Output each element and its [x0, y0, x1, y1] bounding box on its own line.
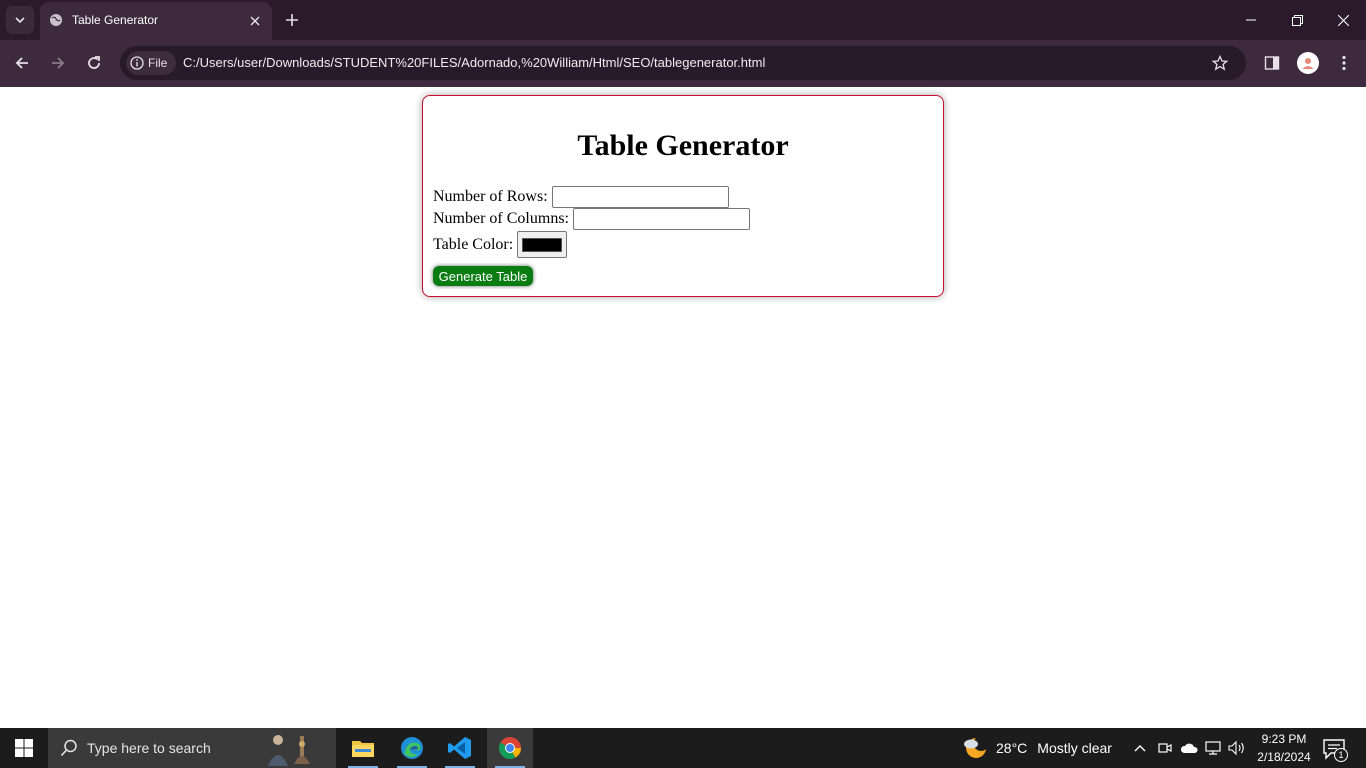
- rows-label: Number of Rows:: [433, 188, 548, 205]
- tray-volume[interactable]: [1227, 738, 1247, 758]
- tab-strip: Table Generator: [0, 0, 1366, 40]
- close-icon: [250, 16, 260, 26]
- back-button[interactable]: [10, 51, 34, 75]
- tab-search-button[interactable]: [6, 6, 34, 34]
- new-tab-button[interactable]: [282, 10, 302, 30]
- color-swatch: [522, 237, 563, 252]
- moon-cloud-icon: [964, 738, 986, 758]
- taskbar-edge[interactable]: [389, 728, 435, 768]
- weather-condition: Mostly clear: [1037, 740, 1112, 756]
- info-icon: [130, 56, 144, 70]
- camera-icon: [1158, 743, 1172, 753]
- taskbar-search[interactable]: Type here to search: [48, 728, 336, 768]
- tab-close-button[interactable]: [247, 13, 263, 29]
- taskbar-vscode[interactable]: [437, 728, 483, 768]
- color-field-row: Table Color:: [433, 231, 568, 258]
- reload-button[interactable]: [82, 51, 106, 75]
- reload-icon: [88, 56, 100, 69]
- minimize-button[interactable]: [1236, 8, 1266, 32]
- bookmark-button[interactable]: [1210, 53, 1230, 73]
- star-icon: [1212, 55, 1228, 71]
- globe-icon: [50, 14, 62, 26]
- start-button[interactable]: [0, 728, 48, 768]
- network-icon: [1205, 741, 1221, 755]
- site-info-chip[interactable]: File: [126, 51, 176, 75]
- tab-active[interactable]: Table Generator: [40, 2, 272, 40]
- color-picker[interactable]: [517, 231, 568, 258]
- search-highlight-illustration: [262, 730, 334, 766]
- address-bar[interactable]: File C:/Users/user/Downloads/STUDENT%20F…: [120, 46, 1246, 80]
- show-hidden-icons-button[interactable]: [1130, 738, 1150, 758]
- restore-button[interactable]: [1282, 8, 1312, 32]
- close-window-button[interactable]: [1328, 8, 1358, 32]
- vscode-icon: [448, 737, 471, 759]
- clock-time: 9:23 PM: [1261, 732, 1307, 746]
- color-label: Table Color:: [433, 235, 514, 253]
- columns-input[interactable]: [573, 208, 750, 230]
- close-icon: [1337, 14, 1349, 26]
- notification-count-badge: 1: [1334, 748, 1348, 762]
- side-panel-icon: [1264, 56, 1280, 70]
- windows-icon: [15, 739, 33, 757]
- browser-toolbar: File C:/Users/user/Downloads/STUDENT%20F…: [0, 40, 1366, 87]
- site-chip-label: File: [148, 56, 168, 70]
- tray-onedrive[interactable]: [1179, 738, 1199, 758]
- chevron-down-icon: [15, 17, 25, 24]
- tab-title: Table Generator: [72, 13, 159, 27]
- arrow-left-icon: [15, 57, 28, 69]
- user-icon: [1302, 58, 1314, 69]
- more-vertical-icon: [1342, 55, 1346, 71]
- taskbar-file-explorer[interactable]: [340, 728, 386, 768]
- arrow-right-icon: [52, 57, 65, 69]
- tray-meet-now[interactable]: [1155, 738, 1175, 758]
- weather-widget[interactable]: 28°C Mostly clear: [962, 728, 1112, 768]
- search-placeholder: Type here to search: [87, 740, 211, 756]
- file-explorer-icon: [352, 741, 374, 757]
- taskbar: Type here to search 28°C Mostly clear 9:…: [0, 728, 1366, 768]
- chevron-up-icon: [1134, 745, 1146, 752]
- generate-table-button[interactable]: Generate Table: [433, 266, 533, 286]
- clock-date: 2/18/2024: [1257, 750, 1311, 764]
- tray-network[interactable]: [1203, 738, 1223, 758]
- side-panel-button[interactable]: [1260, 51, 1284, 75]
- weather-temperature: 28°C: [996, 740, 1028, 756]
- chrome-icon: [499, 737, 521, 759]
- menu-button[interactable]: [1332, 51, 1356, 75]
- columns-field-row: Number of Columns:: [433, 208, 750, 230]
- restore-icon: [1291, 14, 1303, 26]
- rows-field-row: Number of Rows:: [433, 186, 729, 208]
- edge-icon: [401, 737, 423, 759]
- forward-button[interactable]: [46, 51, 70, 75]
- url-text[interactable]: C:/Users/user/Downloads/STUDENT%20FILES/…: [183, 55, 765, 70]
- rows-input[interactable]: [551, 186, 729, 208]
- minimize-icon: [1246, 19, 1256, 21]
- table-generator-form: Table Generator Number of Rows: Number o…: [422, 95, 944, 297]
- system-clock[interactable]: 9:23 PM 2/18/2024: [1252, 730, 1316, 766]
- columns-label: Number of Columns:: [433, 210, 569, 227]
- page-title: Table Generator: [577, 129, 789, 162]
- profile-avatar[interactable]: [1297, 52, 1319, 74]
- search-icon: [60, 739, 77, 757]
- taskbar-chrome[interactable]: [487, 728, 533, 768]
- cloud-icon: [1180, 743, 1198, 753]
- speaker-icon: [1228, 741, 1244, 755]
- plus-icon: [286, 14, 298, 26]
